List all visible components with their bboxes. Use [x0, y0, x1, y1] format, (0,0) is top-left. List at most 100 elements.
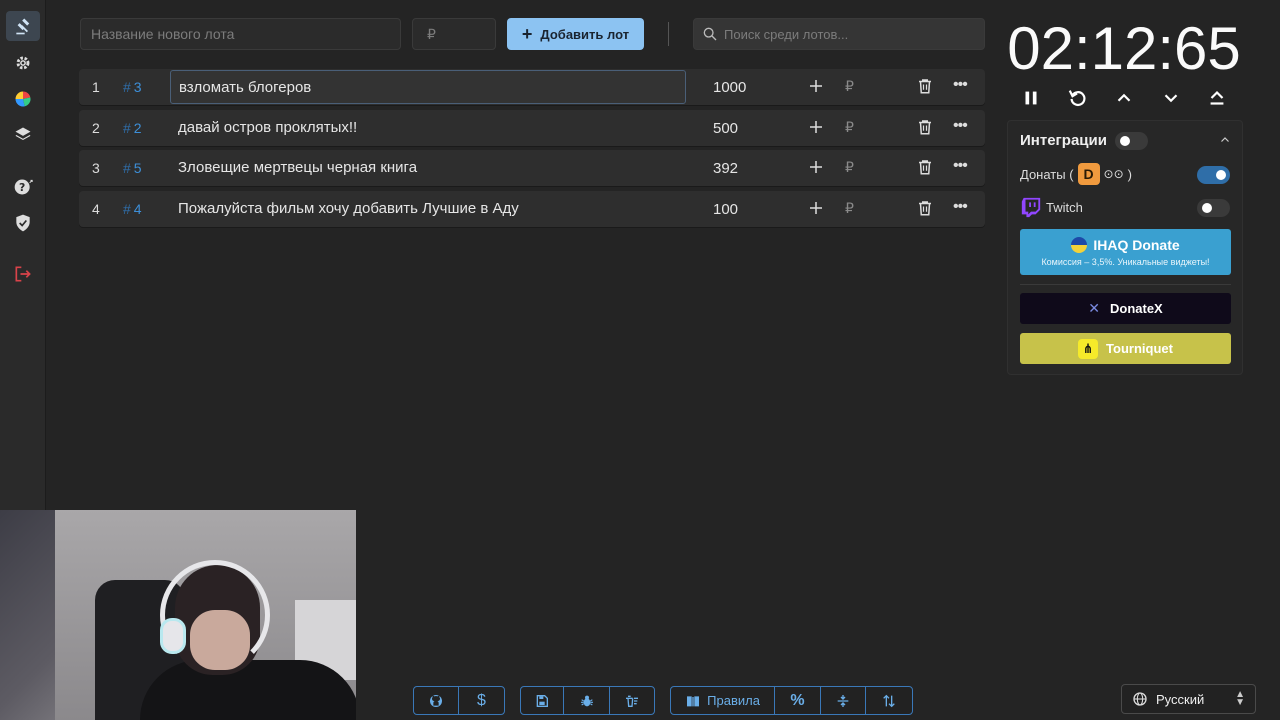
add-lot-button[interactable]: + Добавить лот	[507, 18, 644, 50]
svg-text:?: ?	[19, 181, 25, 194]
lot-currency[interactable]: ₽	[845, 78, 854, 95]
integrations-title: Интеграции	[1020, 132, 1107, 149]
add-lot-label: Добавить лот	[540, 26, 630, 42]
collapse-chevron-up-icon[interactable]	[1219, 134, 1231, 146]
add-amount-plus-icon[interactable]	[807, 158, 825, 176]
logout-icon[interactable]	[6, 259, 40, 289]
lot-name[interactable]: Пожалуйста фильм хочу добавить Лучшие в …	[170, 192, 686, 226]
ihaq-logo-icon	[1071, 237, 1088, 253]
add-amount-plus-icon[interactable]	[807, 77, 825, 95]
lot-id[interactable]: #2	[123, 120, 142, 136]
more-options-icon[interactable]: •••	[953, 76, 968, 94]
more-options-icon[interactable]: •••	[953, 198, 968, 216]
percent-icon[interactable]: %	[775, 687, 821, 714]
oo-icon: ⊙⊙	[1103, 167, 1124, 181]
pause-icon[interactable]	[1019, 86, 1043, 110]
twitch-row: Twitch	[1020, 196, 1083, 218]
twitch-logo-icon	[1021, 197, 1041, 218]
lot-id[interactable]: #3	[123, 79, 142, 95]
book-icon	[687, 695, 700, 706]
lot-list: 1 #3 взломать блогеров 1000 ₽ ••• 2 #2 д…	[79, 69, 985, 231]
rules-label: Правила	[707, 693, 760, 708]
delete-trash-icon[interactable]	[916, 158, 934, 176]
chevron-down-icon[interactable]	[1159, 86, 1183, 110]
lot-name[interactable]: Зловещие мертвецы черная книга	[170, 151, 686, 185]
donatex-x-icon: ✕	[1088, 300, 1100, 316]
stats-pie-chart-icon[interactable]	[6, 84, 40, 114]
double-chevron-up-icon[interactable]	[1205, 86, 1229, 110]
lot-row: 3 #5 Зловещие мертвецы черная книга 392 …	[79, 150, 985, 186]
webcam-person-body	[140, 660, 356, 720]
lot-position: 3	[92, 160, 100, 176]
split-divide-icon[interactable]	[821, 687, 867, 714]
lot-currency[interactable]: ₽	[845, 159, 854, 176]
links-button-group: $	[413, 686, 505, 715]
file-button-group	[520, 686, 655, 715]
lot-id[interactable]: #4	[123, 201, 142, 217]
layers-icon[interactable]	[6, 120, 40, 150]
search-input[interactable]	[724, 26, 984, 42]
bug-icon[interactable]	[564, 687, 610, 714]
lot-name[interactable]: взломать блогеров	[170, 70, 686, 104]
lot-row: 4 #4 Пожалуйста фильм хочу добавить Лучш…	[79, 190, 985, 227]
reset-icon[interactable]	[1066, 86, 1090, 110]
delete-trash-icon[interactable]	[916, 199, 934, 217]
timer-display: 02:12:65	[1007, 15, 1241, 82]
toolbar-divider	[668, 22, 669, 46]
updown-chevron-icon: ▲ ▼	[1235, 689, 1245, 708]
language-select[interactable]: Русский ▲ ▼	[1121, 684, 1256, 714]
lot-amount[interactable]: 500	[713, 120, 738, 137]
lot-currency[interactable]: ₽	[845, 200, 854, 217]
rules-button[interactable]: Правила	[671, 687, 776, 714]
delete-trash-icon[interactable]	[916, 77, 934, 95]
lot-row: 1 #3 взломать блогеров 1000 ₽ •••	[79, 69, 985, 105]
ihaq-donate-button[interactable]: IHAQ Donate Комиссия – 3,5%. Уникальные …	[1020, 229, 1231, 275]
globe-icon	[1133, 692, 1147, 706]
settings-gear-icon[interactable]	[6, 48, 40, 78]
lot-position: 4	[92, 200, 100, 217]
chevron-up-icon[interactable]	[1112, 86, 1136, 110]
lot-id[interactable]: #5	[123, 160, 142, 176]
language-label: Русский	[1156, 691, 1205, 707]
save-icon[interactable]	[521, 687, 565, 714]
donations-row: Донаты ( D ⊙⊙ )	[1020, 163, 1132, 185]
donate-dollar-icon[interactable]: $	[459, 687, 504, 714]
webcam-earcup	[160, 618, 186, 654]
new-lot-name-input[interactable]	[80, 18, 401, 50]
search-icon	[703, 27, 717, 41]
lot-currency[interactable]: ₽	[845, 119, 854, 136]
auction-gavel-icon[interactable]	[6, 11, 40, 41]
lot-position: 1	[92, 79, 100, 95]
donatex-button[interactable]: ✕ DonateX	[1020, 293, 1231, 324]
new-lot-price-input[interactable]	[412, 18, 496, 50]
twitch-label: Twitch	[1046, 199, 1083, 215]
lot-amount[interactable]: 392	[713, 160, 738, 177]
shield-check-icon[interactable]	[6, 208, 40, 238]
delete-trash-icon[interactable]	[916, 118, 934, 136]
integrations-toggle[interactable]	[1115, 132, 1148, 150]
add-amount-plus-icon[interactable]	[807, 118, 825, 136]
lot-amount[interactable]: 1000	[713, 79, 746, 96]
tourniquet-logo-icon: ⋔	[1078, 338, 1099, 359]
tools-button-group: Правила %	[670, 686, 913, 715]
tourniquet-button[interactable]: ⋔ Tourniquet	[1020, 333, 1231, 364]
clear-trash-icon[interactable]	[610, 687, 654, 714]
more-options-icon[interactable]: •••	[953, 117, 968, 135]
divider	[1020, 284, 1231, 285]
sort-arrows-icon[interactable]	[866, 687, 912, 714]
integrations-panel: Интеграции Донаты ( D ⊙⊙ ) Twitch IHAQ D…	[1007, 120, 1243, 375]
lot-name[interactable]: давай остров проклятых!!	[170, 111, 686, 145]
donationalerts-logo-icon: D	[1077, 163, 1100, 185]
donations-toggle[interactable]	[1197, 166, 1230, 184]
lot-row: 2 #2 давай остров проклятых!! 500 ₽ •••	[79, 109, 985, 146]
more-options-icon[interactable]: •••	[953, 157, 968, 175]
add-amount-plus-icon[interactable]	[807, 199, 825, 217]
github-icon[interactable]	[414, 687, 460, 714]
help-icon[interactable]: ?	[6, 172, 40, 202]
webcam-overlay	[0, 510, 356, 720]
plus-icon: +	[521, 24, 533, 44]
lot-position: 2	[92, 119, 100, 136]
search-box[interactable]	[693, 18, 985, 50]
lot-amount[interactable]: 100	[713, 201, 738, 218]
twitch-toggle[interactable]	[1197, 199, 1230, 217]
